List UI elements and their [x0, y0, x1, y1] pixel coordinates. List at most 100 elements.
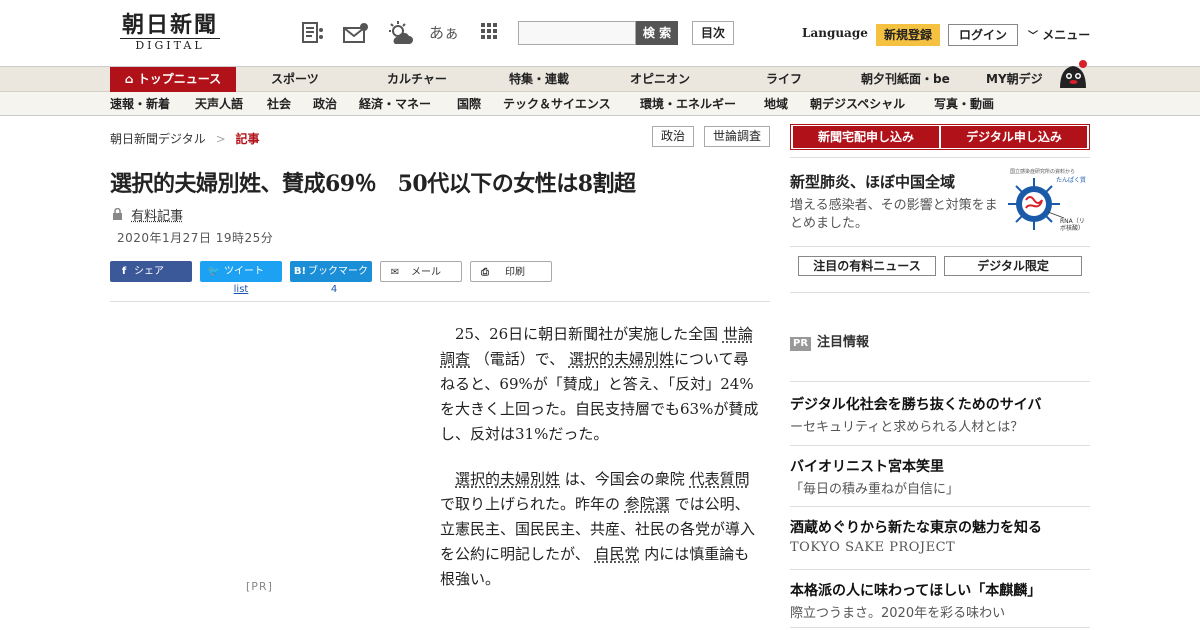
ad-item-sub[interactable]: 際立つうまさ。2020年を彩る味わい: [790, 602, 1005, 621]
apps-grid-icon[interactable]: [476, 20, 502, 46]
ad-item-title[interactable]: デジタル化社会を勝ち抜くためのサイバ: [790, 394, 1041, 414]
mail-share-button[interactable]: ✉ メール: [380, 261, 462, 282]
pr-section-heading: PR 注目情報: [790, 331, 869, 351]
nav-item-life[interactable]: ライフ: [766, 67, 802, 92]
subnav-item-environment[interactable]: 環境・エネルギー: [640, 92, 736, 116]
hatena-bookmark-button[interactable]: B! ブックマーク: [290, 261, 372, 282]
subnav-item-politics[interactable]: 政治: [313, 92, 337, 116]
p1-text-1: 25、26日に朝日新聞社が実施した全国: [455, 325, 719, 343]
search-input[interactable]: [518, 21, 636, 45]
mail-share-label: メール: [411, 267, 441, 278]
link-representative-question[interactable]: 代表質問: [690, 470, 750, 488]
register-button[interactable]: 新規登録: [876, 24, 940, 46]
mascot-icon[interactable]: [1056, 58, 1090, 92]
subnav-item-international[interactable]: 国際: [457, 92, 481, 116]
printer-icon: ⎙: [481, 267, 489, 278]
article-paragraph-1: 25、26日に朝日新聞社が実施した全国 世論調査 （電話）で、 選択的夫婦別姓に…: [440, 322, 760, 447]
font-size-toggle[interactable]: あぁ: [428, 20, 460, 46]
sidebar-divider: [790, 627, 1090, 628]
index-button[interactable]: 目次: [692, 21, 734, 45]
newspaper-icon[interactable]: [300, 20, 326, 46]
envelope-icon: ✉: [390, 267, 400, 278]
subnav-item-photo[interactable]: 写真・動画: [934, 92, 994, 116]
menu-label: メニュー: [1042, 28, 1091, 42]
login-button[interactable]: ログイン: [948, 24, 1018, 46]
sidebar-divider: [790, 157, 1090, 158]
covid-feature-desc[interactable]: 増える感染者、その影響と対策をまとめました。: [790, 197, 1005, 233]
menu-button[interactable]: ﹀ メニュー: [1028, 26, 1090, 43]
article-date: 2020年1月27日 19時25分: [117, 231, 274, 245]
subnav-item-breaking[interactable]: 速報・新着: [110, 92, 170, 116]
ad-item-sub[interactable]: TOKYO SAKE PROJECT: [790, 540, 955, 555]
nav-item-my-asahi[interactable]: MY朝デジ: [986, 67, 1043, 92]
mail-icon[interactable]: [342, 20, 368, 46]
search-button[interactable]: 検 索: [636, 21, 678, 45]
paid-article-label: 有料記事: [112, 205, 183, 224]
p2-text-2: で取り上げられた。昨年の: [440, 495, 621, 513]
subnav-item-tech[interactable]: テック＆サイエンス: [503, 92, 611, 116]
ad-item-sub[interactable]: 「毎日の積み重ねが自信に」: [790, 478, 959, 497]
subnav-item-economy[interactable]: 経済・マネー: [359, 92, 431, 116]
tag-opinion-poll[interactable]: 世論調査: [704, 126, 770, 147]
digital-subscribe-button[interactable]: デジタル申し込み: [941, 126, 1087, 148]
weather-icon[interactable]: [386, 20, 413, 46]
tag-politics[interactable]: 政治: [652, 126, 694, 147]
nav-item-features[interactable]: 特集・連載: [509, 67, 569, 92]
link-separate-surname-2[interactable]: 選択的夫婦別姓: [455, 470, 560, 488]
breadcrumb-current: 記事: [235, 132, 260, 146]
ad-item-title[interactable]: バイオリニスト宮本笑里: [790, 456, 944, 476]
sidebar-divider: [790, 381, 1090, 382]
print-button[interactable]: ⎙ 印刷: [470, 261, 552, 282]
twitter-bird-icon: 🐦: [207, 266, 221, 277]
subnav-item-region[interactable]: 地域: [764, 92, 788, 116]
paid-label-text[interactable]: 有料記事: [131, 209, 183, 224]
virus-caption-rna: RNA（リボ核酸）: [1060, 218, 1085, 232]
nav-item-opinion[interactable]: オピニオン: [630, 67, 690, 92]
twitter-share-button[interactable]: 🐦 ツイート: [200, 261, 282, 282]
nav-item-sports[interactable]: スポーツ: [271, 67, 319, 92]
hatena-icon: B!: [293, 266, 307, 277]
asahi-digital-logo[interactable]: 朝日新聞 DIGITAL: [110, 12, 230, 54]
hatena-count[interactable]: 4: [290, 284, 378, 295]
breadcrumb: 朝日新聞デジタル > 記事: [110, 130, 260, 147]
ad-item-title[interactable]: 酒蔵めぐりから新たな東京の魅力を知る: [790, 517, 1042, 537]
twitter-share-label: ツイート: [224, 266, 264, 277]
featured-paid-news-button[interactable]: 注目の有料ニュース: [798, 256, 936, 276]
nav-item-culture[interactable]: カルチャー: [387, 67, 447, 92]
nav-item-top-news[interactable]: ⌂ トップニュース: [110, 67, 236, 92]
subnav-item-tensei[interactable]: 天声人語: [195, 92, 243, 116]
lock-icon: [112, 207, 127, 224]
p2-text-1: は、今国会の衆院: [564, 470, 685, 488]
article-paragraph-2: 選択的夫婦別姓 は、今国会の衆院 代表質問 で取り上げられた。昨年の 参院選 で…: [440, 467, 760, 592]
breadcrumb-separator: >: [215, 132, 226, 146]
breadcrumb-home[interactable]: 朝日新聞デジタル: [110, 132, 206, 146]
digital-limited-button[interactable]: デジタル限定: [944, 256, 1082, 276]
sub-nav: 速報・新着 天声人語 社会 政治 経済・マネー 国際 テック＆サイエンス 環境・…: [0, 92, 1200, 116]
facebook-share-button[interactable]: f シェア: [110, 261, 192, 282]
twitter-list-link[interactable]: list: [200, 284, 282, 295]
pr-badge: PR: [790, 337, 812, 351]
newspaper-subscribe-button[interactable]: 新聞宅配申し込み: [793, 126, 939, 148]
virus-illustration[interactable]: 国立感染症研究所の資料から たんぱく質 RNA（リボ核酸）: [1008, 168, 1090, 236]
ad-item-sub[interactable]: ーセキュリティと求められる人材とは？: [790, 416, 1023, 435]
link-ldp[interactable]: 自民党: [594, 545, 639, 563]
subnav-item-society[interactable]: 社会: [267, 92, 291, 116]
facebook-share-label: シェア: [134, 266, 164, 277]
logo-main-text: 朝日新聞: [121, 12, 218, 38]
print-label: 印刷: [505, 267, 525, 278]
article-headline: 選択的夫婦別姓、賛成69％ 50代以下の女性は8割超: [110, 171, 636, 197]
language-link[interactable]: Language: [802, 26, 868, 40]
nav-item-label: トップニュース: [137, 72, 222, 86]
nav-item-paper[interactable]: 朝夕刊紙面・be: [861, 67, 950, 92]
main-nav: ⌂ トップニュース スポーツ カルチャー 特集・連載 オピニオン ライフ 朝夕刊…: [0, 66, 1200, 92]
home-icon: ⌂: [124, 72, 134, 86]
sidebar-divider: [790, 445, 1090, 446]
subnav-item-special[interactable]: 朝デジスペシャル: [810, 92, 905, 116]
ad-item-title[interactable]: 本格派の人に味わってほしい「本麒麟」: [790, 580, 1041, 600]
p1-text-2: （電話）で、: [474, 350, 565, 368]
link-upper-house-election[interactable]: 参院選: [625, 495, 670, 513]
logo-sub-text: DIGITAL: [120, 38, 220, 52]
covid-feature-title[interactable]: 新型肺炎、ほぼ中国全域: [790, 171, 955, 192]
sidebar-divider: [790, 292, 1090, 293]
link-separate-surname[interactable]: 選択的夫婦別姓: [569, 350, 674, 368]
